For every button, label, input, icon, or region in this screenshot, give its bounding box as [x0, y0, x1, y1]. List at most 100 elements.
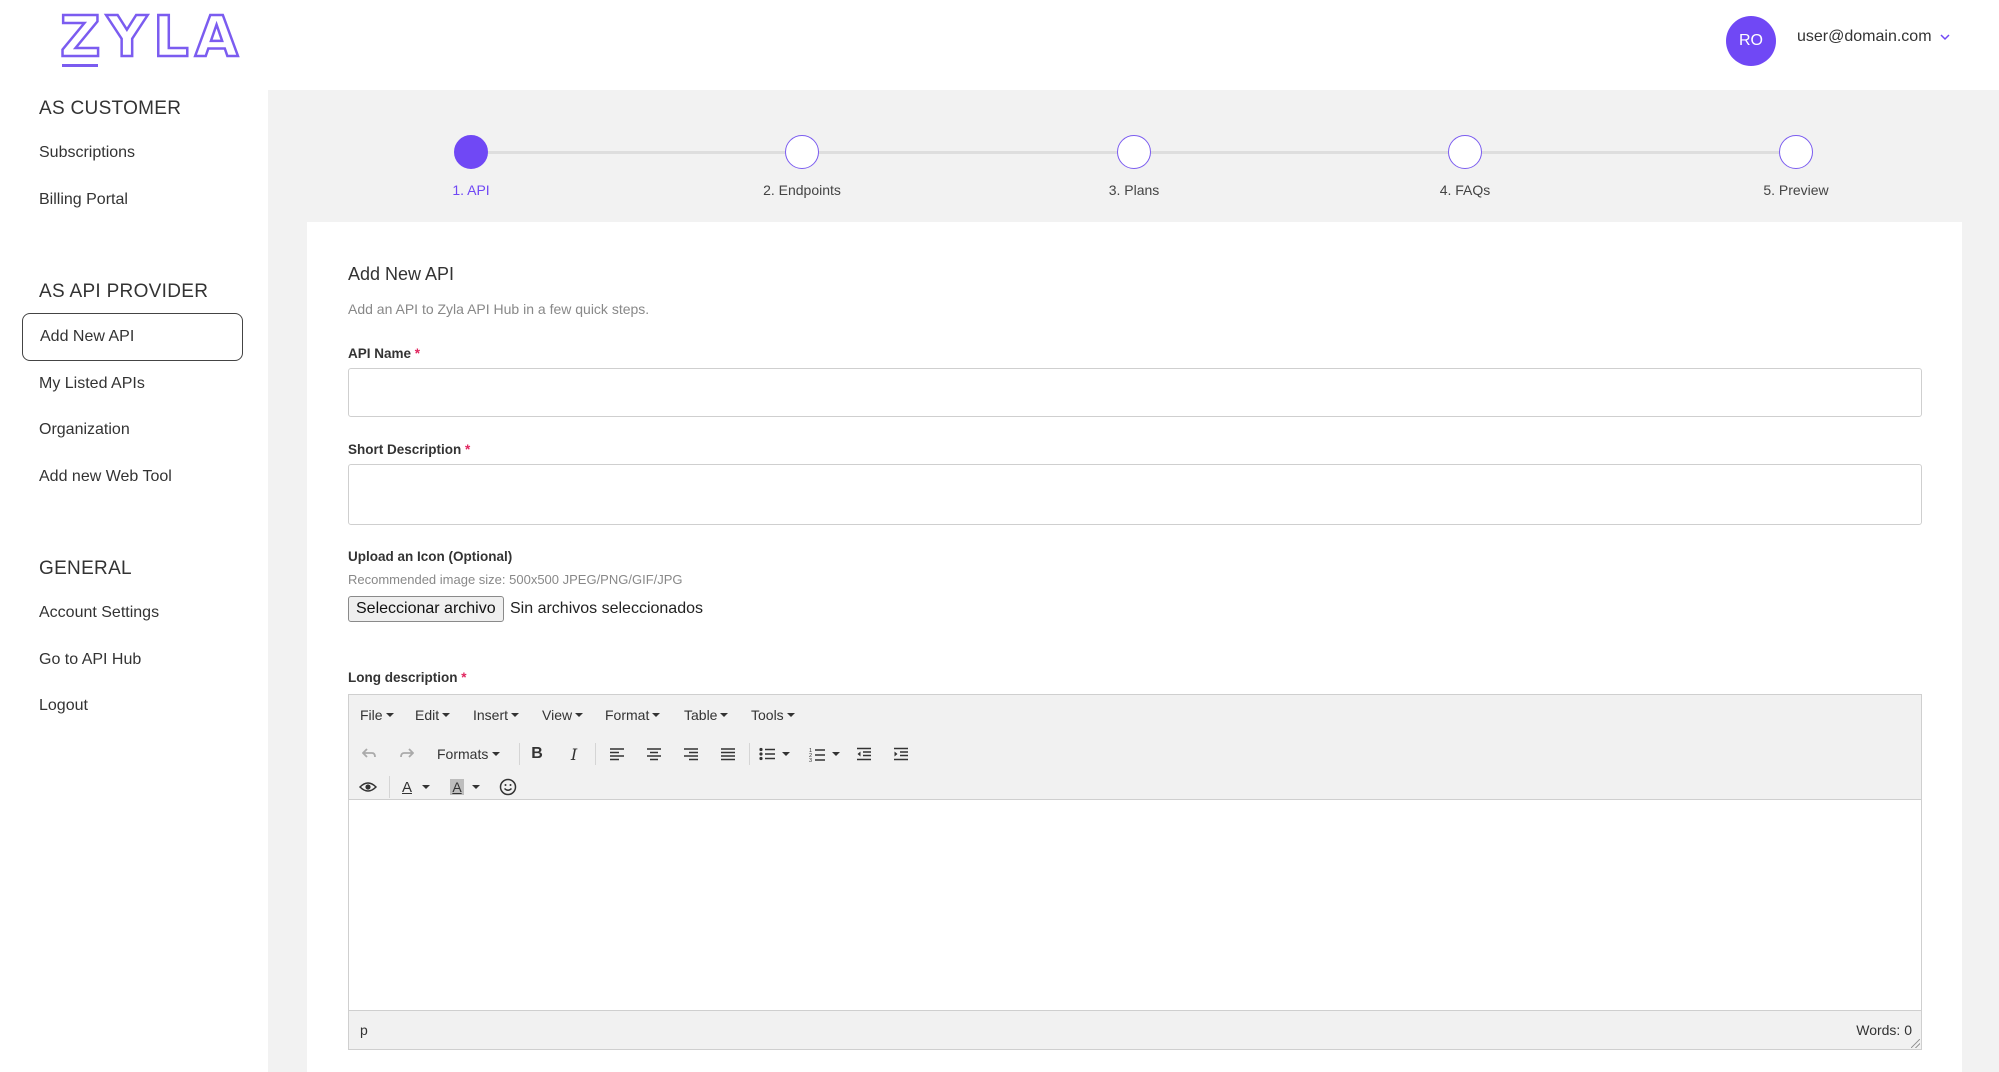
- menu-edit-label: Edit: [415, 707, 440, 723]
- sidebar: AS CUSTOMER Subscriptions Billing Portal…: [0, 90, 268, 1072]
- align-left-icon[interactable]: [604, 741, 630, 767]
- long-description-label: Long description *: [348, 670, 467, 685]
- required-mark: *: [465, 442, 471, 457]
- short-description-label: Short Description *: [348, 442, 470, 457]
- undo-icon[interactable]: [356, 741, 382, 767]
- menu-table-label: Table: [684, 707, 718, 723]
- sidebar-item-go-to-api-hub[interactable]: Go to API Hub: [22, 636, 243, 684]
- step-faqs[interactable]: [1448, 135, 1482, 169]
- required-mark: *: [414, 346, 421, 361]
- sidebar-item-billing-portal[interactable]: Billing Portal: [22, 176, 243, 224]
- indent-icon[interactable]: [888, 741, 914, 767]
- sidebar-item-add-new-api[interactable]: Add New API: [22, 313, 243, 361]
- section-title-general: GENERAL: [39, 558, 132, 579]
- bullet-list-icon[interactable]: [754, 741, 780, 767]
- menu-format[interactable]: Format: [605, 707, 661, 723]
- menu-insert-label: Insert: [473, 707, 509, 723]
- background-color-options-icon[interactable]: [471, 774, 481, 800]
- sidebar-item-logout[interactable]: Logout: [22, 682, 243, 730]
- caret-down-icon: [832, 752, 840, 756]
- sidebar-item-add-new-web-tool[interactable]: Add new Web Tool: [22, 453, 243, 501]
- caret-down-icon: [442, 713, 451, 717]
- outdent-icon[interactable]: [851, 741, 877, 767]
- text-color-options-icon[interactable]: [421, 774, 431, 800]
- section-title-customer: AS CUSTOMER: [39, 98, 182, 119]
- api-name-input[interactable]: [348, 368, 1922, 417]
- choose-file-button[interactable]: Seleccionar archivo: [348, 596, 504, 622]
- long-description-label-text: Long description: [348, 670, 458, 685]
- element-path[interactable]: p: [360, 1022, 368, 1038]
- menu-table[interactable]: Table: [684, 707, 729, 723]
- sidebar-item-my-listed-apis[interactable]: My Listed APIs: [22, 360, 243, 408]
- short-description-input[interactable]: [348, 464, 1922, 525]
- step-label-faqs: 4. FAQs: [1439, 182, 1491, 198]
- toolbar-separator: [519, 743, 520, 765]
- top-header: ZYLA RO user@domain.com: [0, 0, 1999, 90]
- main-content: 1. API 2. Endpoints 3. Plans 4. FAQs 5. …: [268, 90, 1999, 1072]
- caret-down-icon: [511, 713, 520, 717]
- api-name-label: API Name *: [348, 346, 420, 361]
- step-plans[interactable]: [1117, 135, 1151, 169]
- menu-format-label: Format: [605, 707, 650, 723]
- caret-down-icon: [652, 713, 661, 717]
- editor-statusbar: p Words: 0: [349, 1010, 1921, 1049]
- preview-icon[interactable]: [355, 774, 381, 800]
- editor-toolbar: File Edit Insert View Format Table Tools: [349, 695, 1921, 800]
- italic-icon[interactable]: I: [561, 741, 587, 767]
- step-label-api: 1. API: [452, 182, 490, 198]
- toolbar-separator: [595, 743, 596, 765]
- page: ZYLA RO user@domain.com AS CUSTOMER Subs…: [0, 0, 1999, 1072]
- required-mark: *: [461, 670, 467, 685]
- resize-handle-icon[interactable]: [1911, 1039, 1920, 1048]
- numbered-list-options-icon[interactable]: [831, 741, 841, 767]
- sidebar-item-subscriptions[interactable]: Subscriptions: [22, 129, 243, 177]
- step-api[interactable]: [454, 135, 488, 169]
- caret-down-icon: [720, 713, 729, 717]
- background-color-icon[interactable]: A: [444, 774, 470, 800]
- background-color-glyph: A: [450, 779, 464, 795]
- sidebar-item-organization[interactable]: Organization: [22, 406, 243, 454]
- zyla-logo[interactable]: ZYLA: [59, 4, 244, 71]
- emoticons-icon[interactable]: [495, 774, 521, 800]
- formats-dropdown[interactable]: Formats: [437, 741, 501, 767]
- menu-tools[interactable]: Tools: [751, 707, 795, 723]
- caret-down-icon: [472, 785, 480, 789]
- user-menu[interactable]: user@domain.com: [1797, 28, 1950, 46]
- sidebar-item-account-settings[interactable]: Account Settings: [22, 589, 243, 637]
- menu-view[interactable]: View: [542, 707, 584, 723]
- step-endpoints[interactable]: [785, 135, 819, 169]
- menu-insert[interactable]: Insert: [473, 707, 520, 723]
- formats-label: Formats: [437, 746, 489, 762]
- step-label-endpoints: 2. Endpoints: [763, 182, 841, 198]
- menu-tools-label: Tools: [751, 707, 784, 723]
- caret-down-icon: [422, 785, 430, 789]
- chevron-down-icon: [1939, 33, 1950, 41]
- caret-down-icon: [782, 752, 790, 756]
- editor-content-area[interactable]: [349, 801, 1921, 1011]
- align-center-icon[interactable]: [641, 741, 667, 767]
- align-right-icon[interactable]: [678, 741, 704, 767]
- form-title: Add New API: [348, 264, 455, 284]
- step-label-plans: 3. Plans: [1108, 182, 1160, 198]
- add-api-form-card: Add New API Add an API to Zyla API Hub i…: [307, 222, 1962, 1072]
- align-justify-icon[interactable]: [715, 741, 741, 767]
- step-preview[interactable]: [1779, 135, 1813, 169]
- menu-view-label: View: [542, 707, 573, 723]
- form-subtitle: Add an API to Zyla API Hub in a few quic…: [348, 301, 650, 317]
- menu-edit[interactable]: Edit: [415, 707, 451, 723]
- text-color-icon[interactable]: A: [394, 774, 420, 800]
- file-status: Sin archivos seleccionados: [510, 600, 703, 617]
- menu-file[interactable]: File: [360, 707, 394, 723]
- step-label-preview: 5. Preview: [1763, 182, 1829, 198]
- redo-icon[interactable]: [394, 741, 420, 767]
- numbered-list-icon[interactable]: 123: [804, 741, 830, 767]
- bullet-list-options-icon[interactable]: [781, 741, 791, 767]
- bold-icon[interactable]: B: [524, 741, 550, 767]
- api-name-label-text: API Name: [348, 346, 412, 361]
- toolbar-separator: [389, 776, 390, 798]
- logo-underline: [62, 64, 98, 67]
- icon-upload-label: Upload an Icon (Optional): [348, 549, 513, 564]
- avatar[interactable]: RO: [1726, 16, 1776, 66]
- short-description-label-text: Short Description: [348, 442, 462, 457]
- icon-upload-hint: Recommended image size: 500x500 JPEG/PNG…: [348, 572, 683, 587]
